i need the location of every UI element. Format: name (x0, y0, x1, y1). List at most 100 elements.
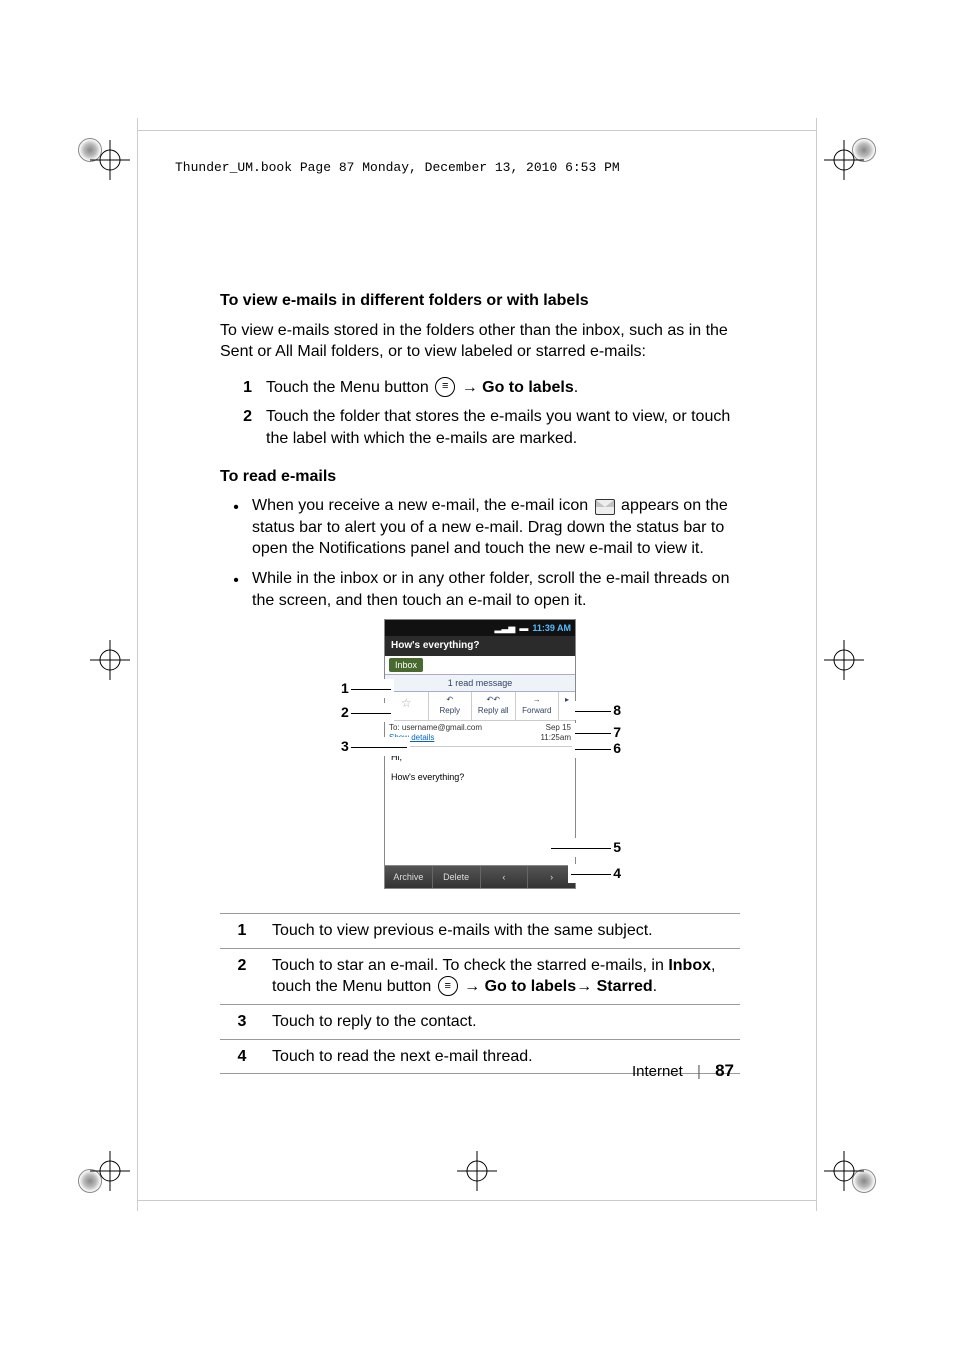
legend-number: 4 (220, 1039, 264, 1074)
callout-number: 2 (341, 704, 349, 720)
step-number: 1 (220, 377, 266, 399)
battery-icon: ▬ (519, 622, 528, 634)
table-row: 3 Touch to reply to the contact. (220, 1005, 740, 1040)
legend-text: Touch to view previous e-mails with the … (264, 914, 740, 949)
text: . (653, 978, 657, 995)
registration-mark-icon (90, 1151, 130, 1191)
body-text: To view e-mails stored in the folders ot… (220, 320, 740, 363)
crop-line (816, 118, 817, 1211)
reply-button: ↶ Reply (429, 692, 473, 720)
menu-button-icon (435, 377, 455, 397)
bottom-toolbar: Archive Delete ‹ › (385, 865, 575, 888)
page-footer: Internet | 87 (632, 1061, 734, 1081)
callout-5: 5 (548, 838, 622, 857)
arrow-text: → (464, 978, 484, 995)
action-row: ☆ ↶Reply ↶↶Reply all →Forward ▸ (385, 692, 575, 721)
registration-mark-icon (90, 140, 130, 180)
step-text: Touch the Menu button → Go to labels. (266, 377, 740, 399)
callout-1: 1 (340, 679, 394, 698)
legend-text: Touch to reply to the contact. (264, 1005, 740, 1040)
crop-line (137, 1200, 817, 1201)
step-text: Touch the folder that stores the e-mails… (266, 406, 740, 449)
email-date: Sep 15 (546, 723, 571, 732)
callout-number: 8 (613, 702, 621, 718)
reply-all-icon: ↶↶ (487, 695, 500, 704)
text: . (574, 379, 578, 396)
callout-6: 6 (572, 739, 622, 758)
archive-button: Archive (385, 866, 433, 888)
menu-path: Go to labels (482, 379, 574, 396)
phone-status-bar: ▂▃▅ ▬ 11:39 AM (385, 620, 575, 636)
footer-section: Internet (632, 1063, 683, 1080)
callout-number: 3 (341, 738, 349, 754)
registration-mark-icon (457, 1151, 497, 1191)
footer-separator: | (697, 1063, 701, 1080)
callout-2: 2 (340, 703, 394, 722)
legend-number: 1 (220, 914, 264, 949)
star-icon: ☆ (401, 696, 412, 710)
email-body: Hi, How's everything? (385, 747, 575, 865)
registration-mark-icon (824, 640, 864, 680)
text: Touch to star an e-mail. To check the st… (272, 957, 668, 974)
read-messages-bar: 1 read message (385, 674, 575, 692)
page-content: To view e-mails in different folders or … (220, 290, 740, 1074)
book-page-header: Thunder_UM.book Page 87 Monday, December… (175, 160, 620, 175)
callout-3: 3 (340, 737, 410, 756)
callout-number: 4 (613, 865, 621, 881)
callout-number: 6 (613, 740, 621, 756)
bold-term: Starred (597, 978, 653, 995)
crop-line (137, 130, 817, 131)
section-heading: To read e-mails (220, 466, 740, 488)
delete-button: Delete (433, 866, 481, 888)
bullet-icon: • (220, 568, 252, 611)
bullet-text: While in the inbox or in any other folde… (252, 568, 740, 611)
signal-icon: ▂▃▅ (495, 622, 516, 634)
body-line: Hi, (391, 751, 569, 763)
arrow-text: → (462, 379, 482, 396)
callout-number: 1 (341, 680, 349, 696)
legend-number: 3 (220, 1005, 264, 1040)
body-line: How's everything? (391, 771, 569, 783)
status-time: 11:39 AM (532, 622, 571, 634)
bullet-text: When you receive a new e-mail, the e-mai… (252, 495, 740, 560)
legend-text: Touch to star an e-mail. To check the st… (264, 948, 740, 1004)
arrow-text: → (576, 978, 596, 995)
table-row: 2 Touch to star an e-mail. To check the … (220, 948, 740, 1004)
text: Touch the Menu button (266, 379, 433, 396)
label: Reply all (478, 706, 509, 715)
callout-8: 8 (572, 701, 622, 720)
bullet-icon: • (220, 495, 252, 560)
numbered-steps: 1 Touch the Menu button → Go to labels. … (220, 377, 740, 450)
registration-mark-icon (824, 1151, 864, 1191)
registration-mark-icon (824, 140, 864, 180)
crop-line (137, 118, 138, 1211)
label-chip: Inbox (389, 658, 423, 672)
callout-number: 5 (613, 839, 621, 855)
reply-icon: ↶ (446, 695, 453, 704)
table-row: 1 Touch to view previous e-mails with th… (220, 914, 740, 949)
to-line: To: username@gmail.com (389, 723, 482, 732)
forward-button: → Forward (516, 692, 560, 720)
registration-mark-icon (90, 640, 130, 680)
section-heading: To view e-mails in different folders or … (220, 290, 740, 312)
callout-legend-table: 1 Touch to view previous e-mails with th… (220, 913, 740, 1074)
callout-number: 7 (613, 724, 621, 740)
legend-number: 2 (220, 948, 264, 1004)
reply-all-button: ↶↶ Reply all (472, 692, 516, 720)
email-icon (595, 499, 615, 515)
bold-term: Go to labels (485, 978, 577, 995)
callout-4: 4 (568, 864, 622, 883)
label: Forward (522, 706, 551, 715)
email-subject: How's everything? (385, 636, 575, 656)
menu-button-icon (438, 976, 458, 996)
step-number: 2 (220, 406, 266, 449)
email-meta-row: To: username@gmail.com Show details Sep … (385, 721, 575, 748)
phone-frame: ▂▃▅ ▬ 11:39 AM How's everything? Inbox 1… (384, 619, 576, 889)
phone-screenshot-figure: ▂▃▅ ▬ 11:39 AM How's everything? Inbox 1… (350, 619, 610, 889)
label: Reply (440, 706, 460, 715)
prev-button: ‹ (481, 866, 529, 888)
forward-icon: → (533, 695, 541, 704)
email-time: 11:25am (540, 733, 571, 742)
bullet-list: • When you receive a new e-mail, the e-m… (220, 495, 740, 611)
bold-term: Inbox (668, 957, 711, 974)
